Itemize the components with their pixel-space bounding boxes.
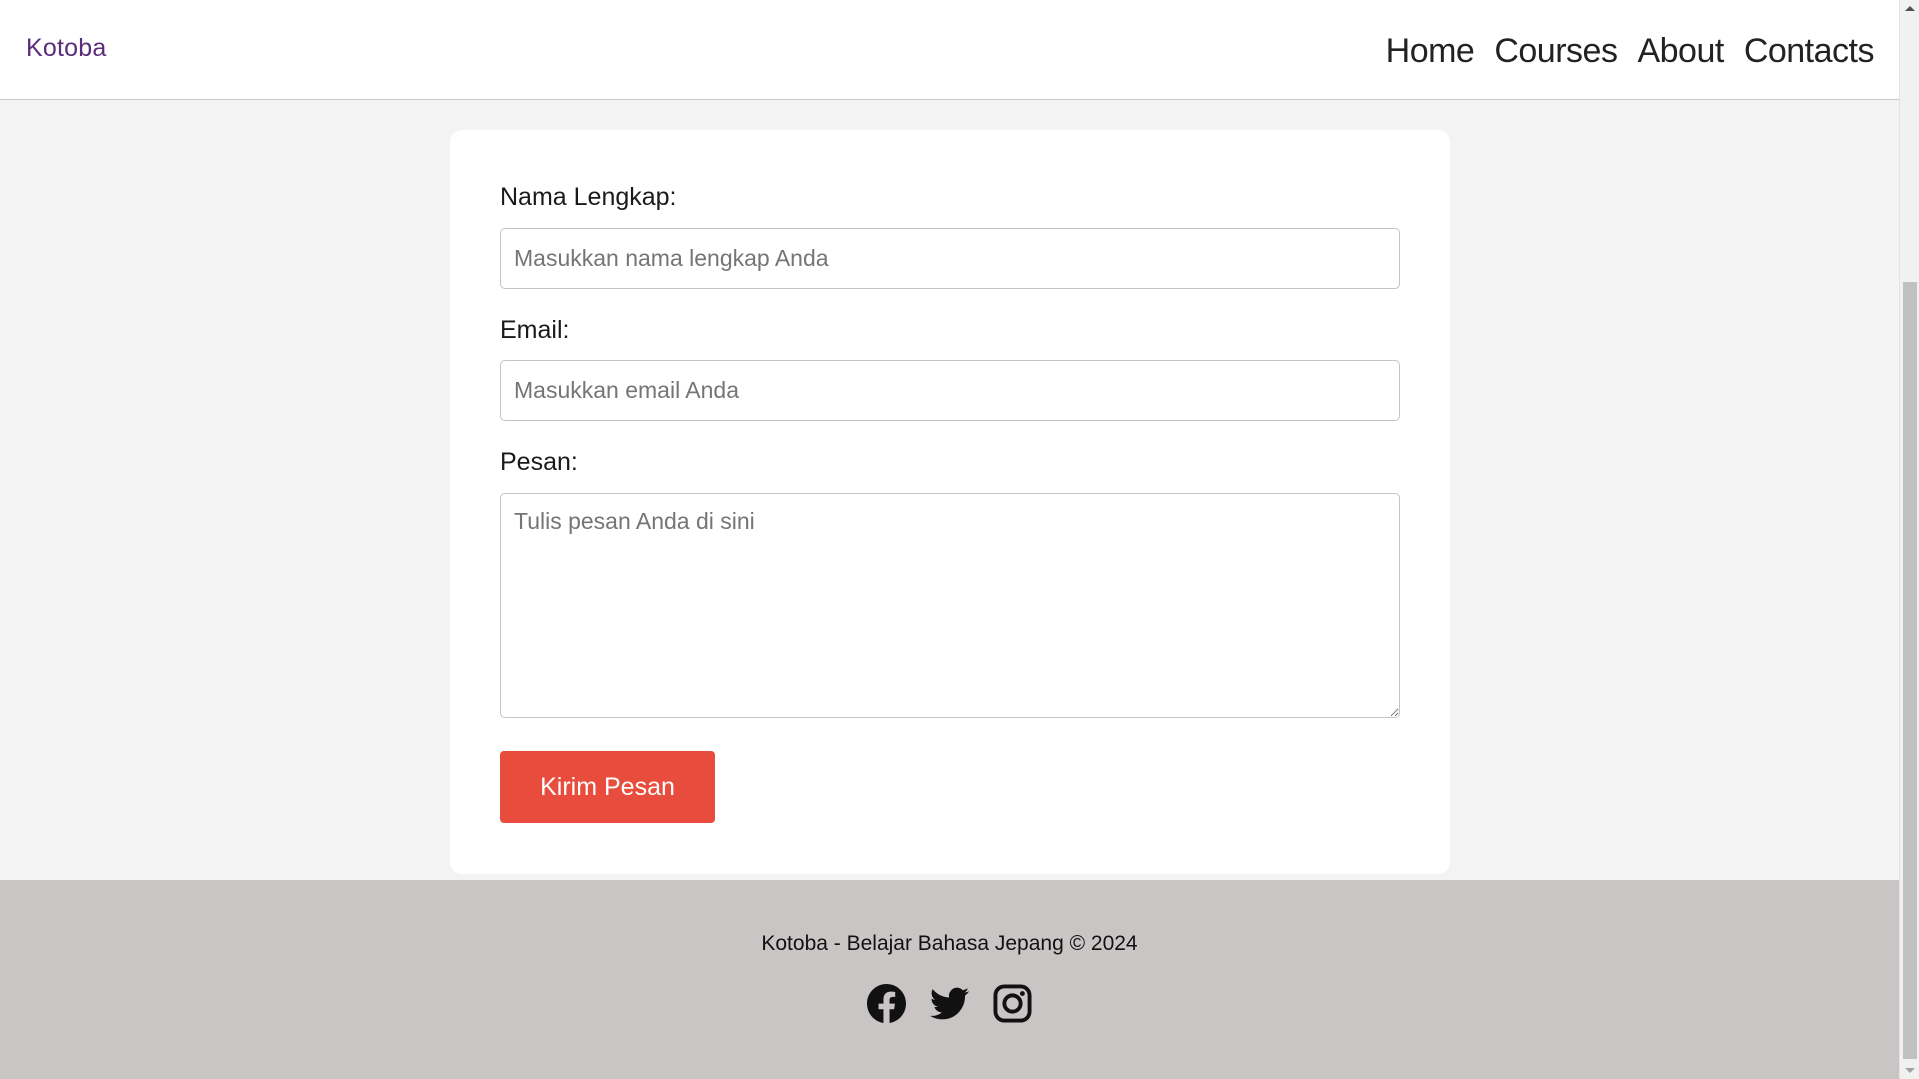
email-label: Email: [500,316,570,344]
name-label: Nama Lengkap: [500,183,677,211]
instagram-link[interactable] [993,984,1032,1023]
name-input[interactable] [500,228,1400,289]
facebook-link[interactable] [867,984,906,1023]
instagram-icon [993,984,1032,1023]
email-input[interactable] [500,360,1400,421]
main-nav: Home Courses About Contacts [1386,26,1875,76]
scroll-up-arrow-icon[interactable] [1905,6,1915,11]
message-textarea[interactable] [500,493,1400,718]
footer-copyright: Kotoba - Belajar Bahasa Jepang © 2024 [761,932,1138,955]
footer: Kotoba - Belajar Bahasa Jepang © 2024 [0,880,1899,1079]
nav-link-home[interactable]: Home [1386,26,1475,76]
nav-link-courses[interactable]: Courses [1494,26,1618,76]
message-label: Pesan: [500,448,578,476]
twitter-link[interactable] [930,984,969,1023]
nav-link-about[interactable]: About [1637,26,1724,76]
contact-form-card: Nama Lengkap: Email: Pesan: Kirim Pesan [450,130,1450,874]
submit-button[interactable]: Kirim Pesan [500,751,715,823]
browser-viewport: Kotoba Home Courses About Contacts Nama … [0,0,1919,1079]
contact-page: Kotoba Home Courses About Contacts Nama … [0,0,1899,1079]
navbar: Kotoba Home Courses About Contacts [0,0,1899,100]
scroll-down-arrow-icon[interactable] [1905,1068,1915,1073]
facebook-icon [867,984,906,1023]
nav-link-contacts[interactable]: Contacts [1744,26,1875,76]
scrollbar-thumb[interactable] [1903,282,1917,1059]
brand-logo-link[interactable]: Kotoba [26,34,106,63]
twitter-icon [930,987,969,1020]
social-links [0,984,1899,1023]
vertical-scrollbar[interactable] [1899,0,1919,1079]
